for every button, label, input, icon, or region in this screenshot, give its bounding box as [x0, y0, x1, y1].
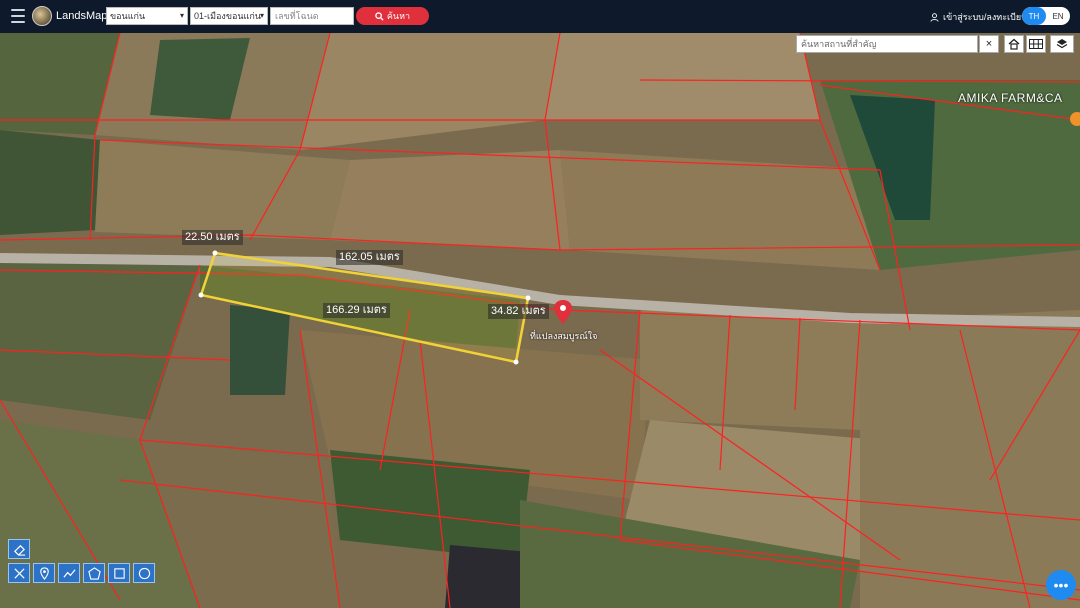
rectangle-tool-button[interactable]	[108, 563, 130, 583]
circle-tool-button[interactable]	[133, 563, 155, 583]
search-icon	[375, 11, 384, 21]
layers-icon	[1056, 39, 1068, 49]
lang-th-button[interactable]: TH	[1022, 7, 1046, 25]
measure-bottom-long: 166.29 เมตร	[323, 303, 390, 318]
login-label: เข้าสู่ระบบ/ลงทะเบียน	[943, 12, 1028, 22]
clear-search-button[interactable]: ×	[979, 35, 999, 53]
ruler-icon	[13, 567, 25, 579]
satellite-map	[0, 33, 1080, 608]
close-icon: ×	[985, 38, 993, 50]
home-button[interactable]	[1004, 35, 1024, 53]
user-icon	[930, 12, 939, 22]
farm-map-label: AMIKA FARM&CA	[958, 91, 1063, 105]
measure-right-short: 34.82 เมตร	[488, 304, 549, 319]
measure-tool-button[interactable]	[8, 563, 30, 583]
grid-toggle-button[interactable]	[1026, 35, 1046, 53]
place-name-label: ที่แปลงสมบูรณ์ใจ	[530, 331, 598, 341]
province-select[interactable]: ขอนแก่น ▾	[106, 7, 188, 25]
polyline-tool-button[interactable]	[58, 563, 80, 583]
polyline-icon	[62, 568, 76, 578]
brand-name: LandsMaps	[56, 10, 113, 22]
district-select[interactable]: 01-เมืองขอนแก่น ▾	[190, 7, 268, 25]
login-link[interactable]: เข้าสู่ระบบ/ลงทะเบียน	[930, 10, 1027, 24]
eraser-tool-button[interactable]	[8, 539, 30, 559]
polygon-icon	[87, 566, 101, 580]
eraser-icon	[13, 544, 25, 556]
search-button-label: ค้นหา	[386, 11, 411, 21]
hamburger-menu-icon[interactable]	[11, 9, 25, 23]
place-search-input[interactable]: ค้นหาสถานที่สำคัญ	[796, 35, 978, 53]
chevron-down-icon: ▾	[179, 11, 184, 20]
app-logo	[32, 6, 52, 26]
district-select-value: 01-เมืองขอนแก่น	[194, 11, 261, 21]
map-canvas[interactable]: 22.50 เมตร 162.05 เมตร 166.29 เมตร 34.82…	[0, 33, 1080, 608]
more-options-button[interactable]: •••	[1046, 570, 1076, 600]
home-icon	[1008, 38, 1020, 50]
province-select-value: ขอนแก่น	[110, 11, 146, 21]
pin-tool-button[interactable]	[33, 563, 55, 583]
measure-top-long: 162.05 เมตร	[336, 250, 403, 265]
search-button[interactable]: ค้นหา	[356, 7, 429, 25]
layers-button[interactable]	[1050, 35, 1074, 53]
measure-top-short: 22.50 เมตร	[182, 230, 243, 245]
top-navigation-bar: LandsMaps ขอนแก่น ▾ 01-เมืองขอนแก่น ▾ เล…	[0, 0, 1080, 33]
circle-icon	[138, 567, 150, 579]
chevron-down-icon: ▾	[259, 11, 264, 20]
map-pin-icon	[39, 566, 49, 580]
grid-icon	[1029, 39, 1043, 49]
language-toggle: TH EN	[1022, 7, 1070, 25]
rectangle-icon	[113, 567, 125, 579]
lang-en-button[interactable]: EN	[1046, 7, 1070, 25]
deed-number-input[interactable]: เลขที่โฉนด	[270, 7, 354, 25]
polygon-tool-button[interactable]	[83, 563, 105, 583]
